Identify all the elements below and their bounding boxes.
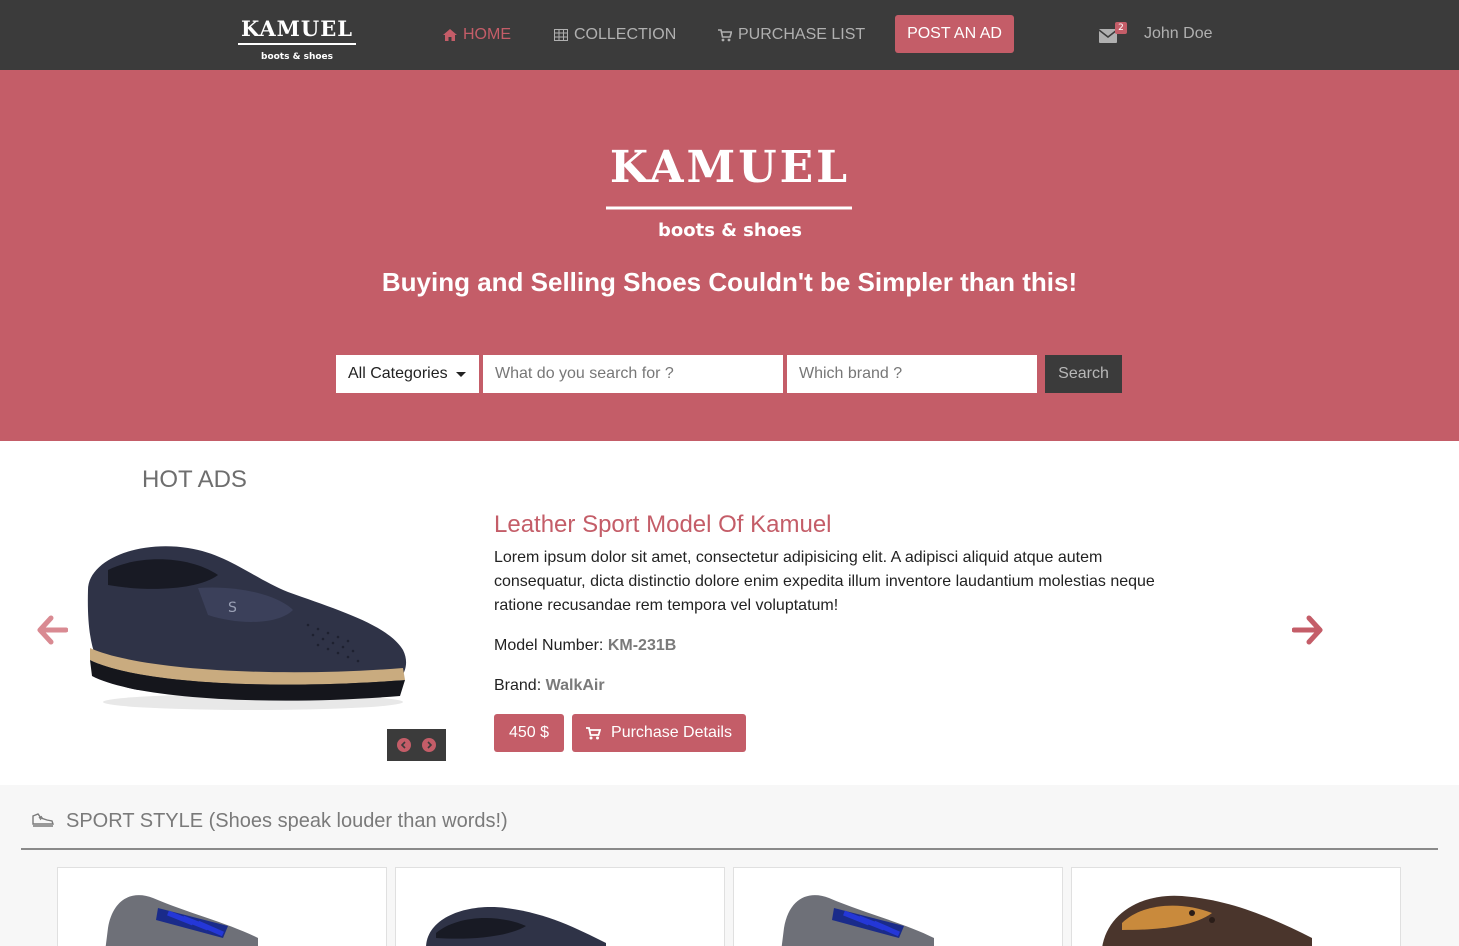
category-dropdown[interactable]: All Categories (336, 355, 479, 393)
image-next-icon[interactable] (421, 738, 436, 752)
cart-icon (586, 726, 602, 739)
table-icon (554, 29, 568, 41)
search-button[interactable]: Search (1045, 355, 1122, 393)
caret-down-icon (455, 371, 466, 377)
messages-count-badge: 2 (1115, 22, 1127, 34)
home-icon (443, 29, 457, 41)
product-thumb-blue-sneaker (781, 895, 934, 946)
product-model: Model Number: KM-231B (494, 637, 676, 655)
carousel-next-arrow-icon[interactable] (1292, 614, 1324, 646)
sneaker-icon (32, 813, 54, 827)
search-query-input[interactable] (483, 355, 783, 393)
hero-tagline: Buying and Selling Shoes Couldn't be Sim… (381, 267, 1078, 297)
top-navbar: KAMUEL boots & shoes HOME COLLECTION PUR… (0, 0, 1459, 70)
kamuel-logo[interactable]: KAMUEL boots & shoes (230, 8, 365, 64)
nav-purchase-list[interactable]: PURCHASE LIST (718, 24, 865, 46)
category-dropdown-label: All Categories (348, 365, 448, 382)
nav-collection-label: COLLECTION (574, 26, 677, 43)
purchase-details-label: Purchase Details (611, 724, 732, 741)
image-prev-icon[interactable] (397, 738, 412, 752)
product-description: Lorem ipsum dolor sit amet, consectetur … (494, 549, 1155, 614)
kamuel-hero-logo: KAMUEL boots & shoes (606, 142, 852, 241)
nav-collection[interactable]: COLLECTION (554, 24, 676, 46)
product-brand: Brand: WalkAir (494, 677, 605, 695)
nav-purchase-list-label: PURCHASE LIST (738, 26, 866, 43)
purchase-details-button[interactable]: Purchase Details (572, 714, 746, 752)
model-label: Model Number: (494, 637, 604, 654)
product-card[interactable] (733, 867, 1063, 946)
brand-value: WalkAir (545, 677, 605, 694)
product-title[interactable]: Leather Sport Model Of Kamuel (494, 511, 832, 539)
product-card[interactable] (57, 867, 387, 946)
product-card[interactable] (395, 867, 725, 946)
svg-text:KAMUEL: KAMUEL (610, 142, 850, 193)
nav-home-label: HOME (463, 26, 511, 43)
product-thumb-navy-loafer (426, 907, 606, 946)
carousel-prev-arrow-icon[interactable] (36, 614, 68, 646)
nav-home[interactable]: HOME (443, 24, 511, 46)
brand-label: Brand: (494, 677, 542, 694)
price-button[interactable]: 450 $ (494, 714, 564, 752)
image-carousel-controls (387, 729, 446, 761)
sport-style-heading: SPORT STYLE (Shoes speak louder than wor… (66, 810, 508, 832)
product-thumb-blue-sneaker (105, 895, 258, 946)
model-value: KM-231B (607, 637, 677, 654)
sport-style-section: SPORT STYLE (Shoes speak louder than wor… (0, 785, 1459, 946)
brand-input[interactable] (787, 355, 1037, 393)
section-divider (21, 848, 1438, 850)
product-thumb-brown-shoe (1102, 895, 1312, 946)
cart-icon (718, 28, 732, 41)
hero-banner: KAMUEL boots & shoes Buying and Selling … (0, 70, 1459, 441)
svg-text:boots & shoes: boots & shoes (261, 52, 333, 62)
messages-button[interactable]: 2 (1099, 22, 1129, 46)
product-image-loafer: S (87, 546, 407, 710)
svg-text:S: S (228, 600, 237, 616)
hot-ads-heading: HOT ADS (142, 466, 247, 493)
post-ad-button[interactable]: POST AN AD (895, 15, 1014, 53)
product-card[interactable] (1071, 867, 1401, 946)
svg-text:boots & shoes: boots & shoes (658, 220, 802, 241)
svg-text:KAMUEL: KAMUEL (241, 16, 353, 41)
user-menu[interactable]: John Doe (1144, 25, 1213, 43)
